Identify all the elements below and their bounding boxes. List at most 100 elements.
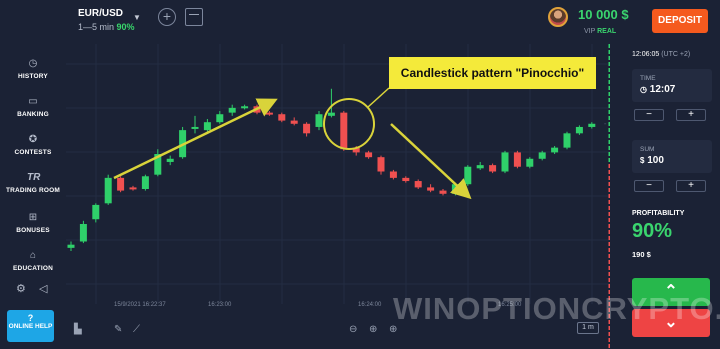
sum-label: SUM: [640, 146, 655, 153]
sidebar-item-education[interactable]: ⌂ EDUCATION: [0, 250, 66, 272]
pencil-icon[interactable]: ✎: [114, 324, 122, 335]
sound-icon[interactable]: ◁: [39, 283, 47, 295]
sidebar-item-trading-room[interactable]: TR TRADING ROOM: [0, 172, 66, 194]
add-asset-button[interactable]: +: [158, 8, 176, 26]
sidebar-item-label: CONTESTS: [14, 149, 52, 156]
candle-body: [166, 158, 174, 162]
time-plus-button[interactable]: +: [676, 109, 706, 121]
time-minus-button[interactable]: −: [634, 109, 664, 121]
vip-badge: VIP: [584, 28, 596, 35]
profitability-value: 90%: [632, 220, 673, 242]
sidebar-item-label: EDUCATION: [13, 265, 53, 272]
candle-body: [588, 123, 596, 127]
profitability-label: PROFITABILITY: [632, 210, 685, 217]
clock-timezone: (UTC +2): [661, 51, 691, 58]
time-label: TIME: [640, 75, 656, 82]
x-axis-label: 15/9/2021 16:22:37: [114, 302, 166, 308]
layout-icon: [189, 11, 199, 15]
candle-body: [303, 123, 311, 134]
candle-body: [476, 165, 484, 169]
account-type[interactable]: VIP REAL: [584, 28, 616, 35]
online-help-button[interactable]: ? ONLINE HELP: [7, 310, 54, 342]
crosshair-icon[interactable]: ⊕: [369, 324, 377, 335]
candle-body: [265, 112, 273, 115]
candle-body: [513, 152, 521, 167]
candle-body: [414, 181, 422, 188]
candle-body: [501, 152, 509, 172]
candle-body: [216, 114, 224, 123]
sum-plus-button[interactable]: +: [676, 180, 706, 192]
zoom-out-icon[interactable]: ⊖: [349, 324, 357, 335]
candle-body: [340, 112, 348, 150]
gift-icon: ⊞: [28, 212, 38, 223]
candle-body: [327, 112, 335, 116]
candle-body: [389, 171, 397, 178]
candle-body: [141, 176, 149, 189]
sidebar-item-label: BONUSES: [16, 227, 50, 234]
layout-toggle-button[interactable]: [185, 8, 203, 26]
candle-body: [129, 187, 137, 190]
avatar[interactable]: [548, 7, 568, 27]
sidebar: ◷ HISTORY ▭ BANKING ✪ CONTESTS TR TRADIN…: [0, 44, 66, 349]
sum-value: 100: [647, 155, 664, 166]
uptrend-arrow: [113, 98, 278, 180]
timeframe-text: 1—5 min: [78, 22, 115, 32]
candle-body: [241, 106, 249, 109]
asset-timeframe: 1—5 min 90%: [78, 22, 135, 32]
gear-icon[interactable]: ⚙: [16, 283, 26, 295]
time-field[interactable]: TIME ◷ 12:07: [632, 69, 712, 102]
x-axis-label: 16:24:00: [358, 302, 382, 308]
sidebar-item-banking[interactable]: ▭ BANKING: [0, 96, 66, 118]
candle-body: [377, 157, 385, 172]
candle-body: [551, 147, 559, 153]
candle-body: [228, 107, 236, 113]
clock-icon: ◷: [640, 85, 647, 94]
asset-selector[interactable]: EUR/USD 1—5 min 90%: [78, 8, 135, 32]
candle-body: [315, 114, 323, 127]
graduation-icon: ⌂: [29, 250, 37, 261]
sum-minus-button[interactable]: −: [634, 180, 664, 192]
chart-type-icon[interactable]: ▙: [74, 324, 82, 335]
trading-room-icon: TR: [27, 172, 41, 183]
wallet-icon: ▭: [28, 96, 38, 107]
account-balance[interactable]: 10 000 $: [578, 7, 629, 22]
sidebar-item-history[interactable]: ◷ HISTORY: [0, 58, 66, 80]
sidebar-item-bonuses[interactable]: ⊞ BONUSES: [0, 212, 66, 234]
server-clock: 12:06:05 (UTC +2): [632, 51, 690, 58]
asset-name: EUR/USD: [78, 8, 124, 19]
deposit-button[interactable]: DEPOSIT: [652, 9, 708, 33]
candle-body: [575, 126, 583, 134]
candle-body: [489, 165, 497, 172]
history-icon: ◷: [28, 58, 38, 69]
candle-body: [79, 224, 87, 242]
candle-body: [365, 152, 373, 158]
candle-body: [191, 126, 199, 129]
indicator-icon[interactable]: ⟋: [133, 324, 140, 335]
chevron-down-icon[interactable]: ▼: [133, 13, 141, 22]
sidebar-item-label: BANKING: [17, 111, 49, 118]
candle-body: [290, 120, 298, 124]
help-icon: ?: [27, 313, 34, 323]
time-value-row: ◷ 12:07: [632, 84, 712, 95]
account-mode: REAL: [597, 28, 617, 35]
candle-body: [439, 190, 447, 194]
candle-body: [67, 244, 75, 248]
candle-body: [538, 152, 546, 159]
top-bar: EUR/USD 1—5 min 90% ▼ + 10 000 $ VIP REA…: [0, 0, 720, 44]
pinocchio-highlight-circle: [323, 98, 375, 150]
sidebar-item-contests[interactable]: ✪ CONTESTS: [0, 134, 66, 156]
candle-body: [402, 177, 410, 182]
candle-body: [104, 177, 112, 204]
watermark: WINOPTIONCRYPTO.COM: [393, 291, 720, 326]
sidebar-item-label: TRADING ROOM: [5, 187, 61, 194]
x-axis-label: 16:23:00: [208, 302, 232, 308]
sum-field[interactable]: SUM $ 100: [632, 140, 712, 173]
candle-body: [203, 122, 211, 131]
candle-body: [526, 158, 534, 167]
asset-payout: 90%: [116, 22, 135, 32]
downtrend-arrow: [390, 123, 472, 200]
sidebar-item-label: HISTORY: [18, 73, 48, 80]
candle-body: [464, 166, 472, 185]
candle-body: [278, 114, 286, 121]
pattern-callout: Candlestick pattern "Pinocchio": [389, 57, 596, 89]
